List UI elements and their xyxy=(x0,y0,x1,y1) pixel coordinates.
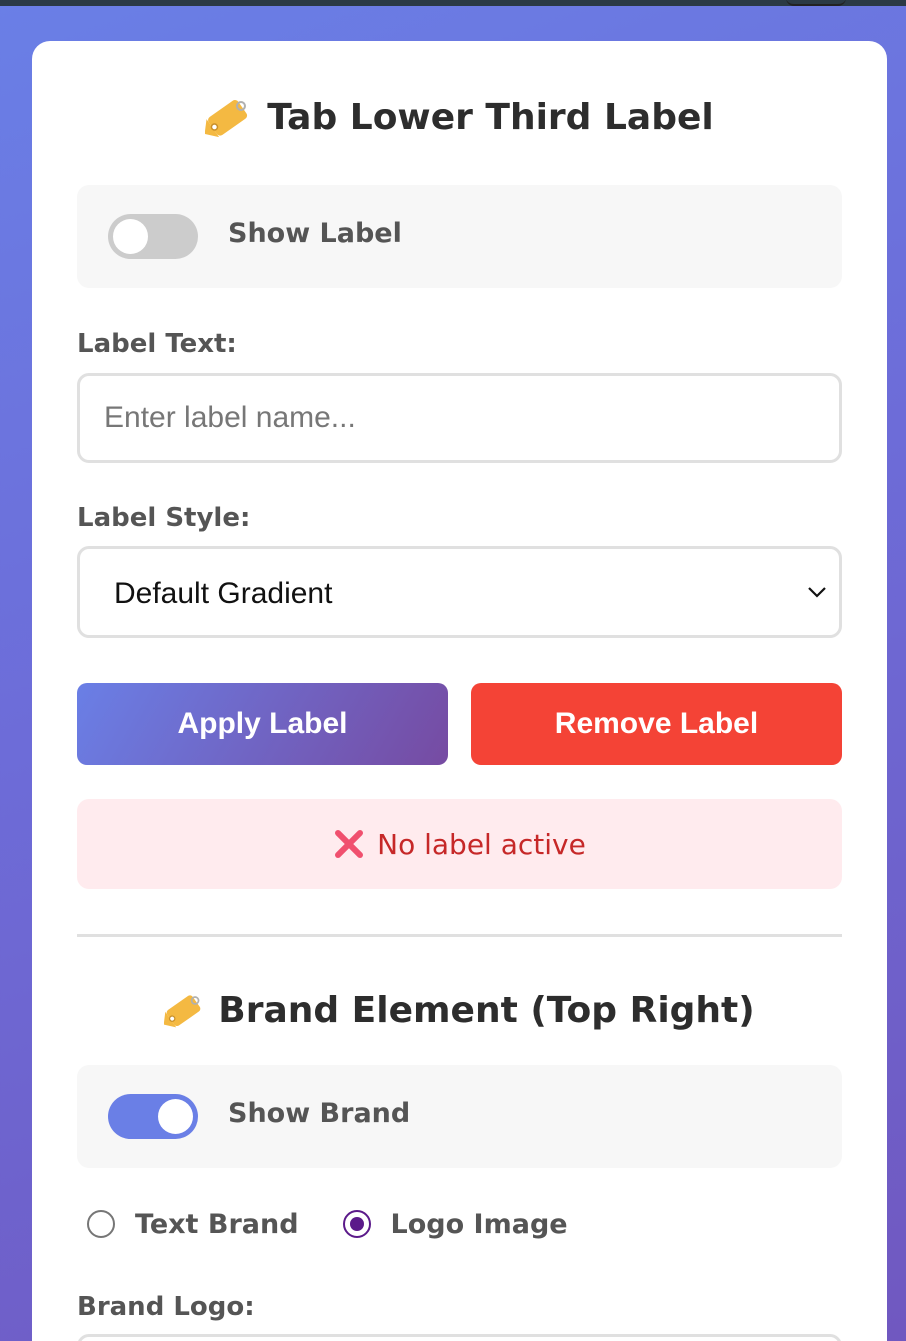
label-section-title: Tab Lower Third Label xyxy=(32,93,887,141)
label-style-select[interactable]: Default Gradient xyxy=(77,546,842,638)
brand-section-title-text: Brand Element (Top Right) xyxy=(218,989,755,1031)
toggle-knob xyxy=(158,1099,193,1134)
brand-type-radio-group: Text Brand Logo Image xyxy=(87,1204,612,1244)
section-divider xyxy=(77,934,842,937)
label-style-selected: Default Gradient xyxy=(114,577,333,610)
show-brand-panel: Show Brand xyxy=(77,1065,842,1168)
show-brand-toggle[interactable] xyxy=(108,1094,198,1139)
show-label-panel: Show Label xyxy=(77,185,842,288)
brand-logo-input[interactable] xyxy=(77,1334,842,1341)
show-label-text: Show Label xyxy=(228,218,402,249)
window-top-edge xyxy=(786,0,846,6)
remove-label-button[interactable]: Remove Label xyxy=(471,683,842,765)
logo-image-label: Logo Image xyxy=(390,1208,568,1240)
settings-card: Tab Lower Third Label Show Label Label T… xyxy=(32,41,887,1341)
label-text-input[interactable] xyxy=(77,373,842,463)
chevron-down-icon xyxy=(808,587,826,598)
text-brand-label: Text Brand xyxy=(135,1208,299,1240)
show-brand-text: Show Brand xyxy=(228,1098,411,1129)
label-style-label: Label Style: xyxy=(77,503,251,533)
label-section-title-text: Tab Lower Third Label xyxy=(267,96,714,138)
tag-icon xyxy=(164,995,201,1028)
logo-image-radio[interactable] xyxy=(342,1210,371,1238)
tag-icon xyxy=(205,100,248,137)
label-text-label: Label Text: xyxy=(77,329,237,359)
label-status-text: No label active xyxy=(377,827,586,861)
logo-image-option[interactable]: Logo Image xyxy=(342,1208,568,1240)
window-top-bar xyxy=(0,0,906,6)
brand-section-title: Brand Element (Top Right) xyxy=(32,986,887,1034)
label-status-banner: No label active xyxy=(77,799,842,889)
toggle-knob xyxy=(113,219,148,254)
text-brand-radio[interactable] xyxy=(87,1210,115,1238)
brand-logo-label: Brand Logo: xyxy=(77,1292,255,1322)
text-brand-option[interactable]: Text Brand xyxy=(87,1209,299,1240)
apply-label-button[interactable]: Apply Label xyxy=(77,683,448,765)
cross-mark-icon xyxy=(335,830,364,858)
show-label-toggle[interactable] xyxy=(108,214,198,259)
